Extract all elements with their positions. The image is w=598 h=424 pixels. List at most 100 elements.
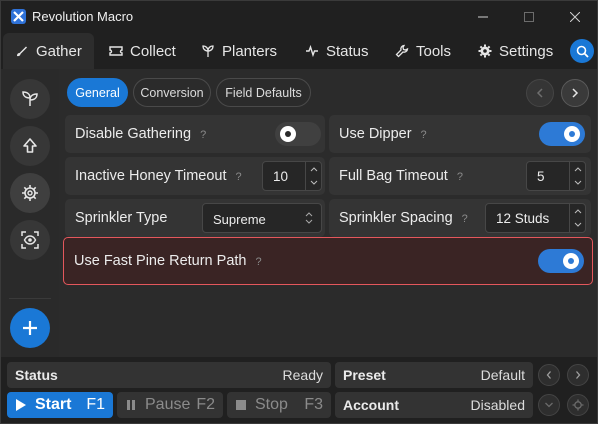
chevron-updown-icon (305, 212, 313, 224)
stepper-value[interactable]: 12 Studs (496, 211, 549, 226)
preset-next-button[interactable] (567, 364, 589, 386)
search-button[interactable] (570, 39, 594, 63)
preset-prev-button[interactable] (538, 364, 560, 386)
sprout-icon (22, 91, 38, 106)
close-button[interactable] (555, 5, 595, 29)
preset-row[interactable]: Preset Default (335, 362, 533, 388)
help-icon[interactable]: ? (462, 213, 468, 225)
preset-key: Preset (343, 367, 386, 383)
setting-label: Sprinkler Spacing? (339, 210, 468, 226)
sidebar-item-upload[interactable] (10, 126, 50, 166)
stop-hotkey: F3 (304, 396, 323, 413)
status-value: Ready (282, 367, 323, 383)
help-icon[interactable]: ? (457, 171, 463, 183)
close-icon (570, 12, 580, 22)
subtab-field-defaults[interactable]: Field Defaults (216, 78, 311, 107)
stepper-arrows[interactable] (569, 204, 585, 232)
full-bag-timeout-stepper[interactable]: 5 (526, 161, 586, 191)
main-tab-bar: Gather Collect Planters Status Tools Set… (1, 33, 597, 69)
chevron-down-icon[interactable] (310, 176, 318, 190)
chevron-right-icon (576, 371, 581, 379)
stop-button[interactable]: Stop F3 (227, 392, 331, 418)
setting-sprinkler-type: Sprinkler Type Supreme (65, 199, 325, 237)
tab-planters[interactable]: Planters (201, 33, 277, 69)
select-value: Supreme (213, 212, 266, 227)
stepper-value[interactable]: 10 (273, 169, 288, 184)
use-dipper-toggle[interactable] (539, 122, 585, 146)
sprinkler-type-select[interactable]: Supreme (202, 203, 322, 233)
next-page-button[interactable] (561, 79, 589, 107)
setting-disable-gathering: Disable Gathering? (65, 115, 325, 153)
start-button[interactable]: Start F1 (7, 392, 113, 418)
subtab-conversion[interactable]: Conversion (133, 78, 211, 107)
use-fast-pine-return-path-toggle[interactable] (538, 249, 584, 273)
setting-full-bag-timeout: Full Bag Timeout? 5 (329, 157, 591, 195)
status-row: Status Ready (7, 362, 331, 388)
toggle-knob (280, 126, 296, 142)
pause-label: Pause (145, 396, 191, 413)
setting-label: Full Bag Timeout? (339, 168, 463, 184)
brush-icon (17, 46, 27, 57)
sidebar-item-settings[interactable] (10, 173, 50, 213)
add-button[interactable] (10, 308, 50, 348)
prev-page-button[interactable] (526, 79, 554, 107)
search-icon (576, 45, 589, 58)
help-icon[interactable]: ? (255, 256, 261, 268)
sprinkler-spacing-stepper[interactable]: 12 Studs (485, 203, 586, 233)
tab-tools[interactable]: Tools (395, 33, 451, 69)
chevron-down-icon[interactable] (574, 218, 582, 232)
tab-status[interactable]: Status (305, 33, 369, 69)
pause-button[interactable]: Pause F2 (117, 392, 223, 418)
arrow-up-icon (23, 138, 37, 153)
stepper-value[interactable]: 5 (537, 169, 545, 184)
preset-value[interactable]: Default (481, 367, 525, 383)
maximize-button[interactable] (509, 5, 549, 29)
setting-use-fast-pine-return-path: Use Fast Pine Return Path? (63, 237, 593, 285)
tab-collect[interactable]: Collect (109, 33, 176, 69)
disable-gathering-toggle[interactable] (275, 122, 321, 146)
settings-panel: General Conversion Field Defaults Disabl… (59, 69, 597, 357)
sidebar (1, 69, 59, 357)
subtab-general[interactable]: General (67, 78, 128, 107)
scan-eye-icon (21, 231, 39, 249)
chevron-down-icon[interactable] (574, 176, 582, 190)
tab-label: Status (326, 42, 369, 60)
setting-use-dipper: Use Dipper? (329, 115, 591, 153)
account-settings-button[interactable] (567, 394, 589, 416)
gear-icon (572, 399, 584, 411)
inactive-honey-timeout-stepper[interactable]: 10 (262, 161, 322, 191)
help-icon[interactable]: ? (236, 171, 242, 183)
account-value[interactable]: Disabled (471, 397, 525, 413)
tab-label: Tools (416, 42, 452, 60)
planter-icon (202, 45, 214, 57)
maximize-icon (524, 12, 534, 22)
stepper-arrows[interactable] (569, 162, 585, 190)
setting-inactive-honey-timeout: Inactive Honey Timeout? 10 (65, 157, 325, 195)
plus-icon (23, 321, 37, 335)
title-bar[interactable]: Revolution Macro (1, 1, 597, 33)
account-row[interactable]: Account Disabled (335, 392, 533, 418)
chevron-up-icon[interactable] (310, 162, 318, 176)
setting-label: Sprinkler Type (75, 210, 168, 226)
toggle-knob (563, 253, 579, 269)
chevron-down-icon (545, 402, 553, 408)
account-key: Account (343, 397, 399, 413)
sidebar-item-planting[interactable] (10, 79, 50, 119)
tab-gather[interactable]: Gather (3, 33, 94, 69)
gear-icon (478, 44, 492, 58)
stepper-arrows[interactable] (305, 162, 321, 190)
help-icon[interactable]: ? (200, 129, 206, 141)
pause-icon (127, 400, 135, 410)
chevron-up-icon[interactable] (574, 204, 582, 218)
tab-settings[interactable]: Settings (478, 33, 553, 69)
chevron-left-icon (536, 88, 543, 98)
wrench-icon (395, 44, 409, 58)
minimize-button[interactable] (463, 5, 503, 29)
account-dropdown-button[interactable] (538, 394, 560, 416)
chevron-up-icon[interactable] (574, 162, 582, 176)
setting-label: Disable Gathering? (75, 126, 207, 142)
setting-sprinkler-spacing: Sprinkler Spacing? 12 Studs (329, 199, 591, 237)
help-icon[interactable]: ? (421, 129, 427, 141)
status-key: Status (15, 367, 58, 383)
sidebar-item-vision[interactable] (10, 220, 50, 260)
